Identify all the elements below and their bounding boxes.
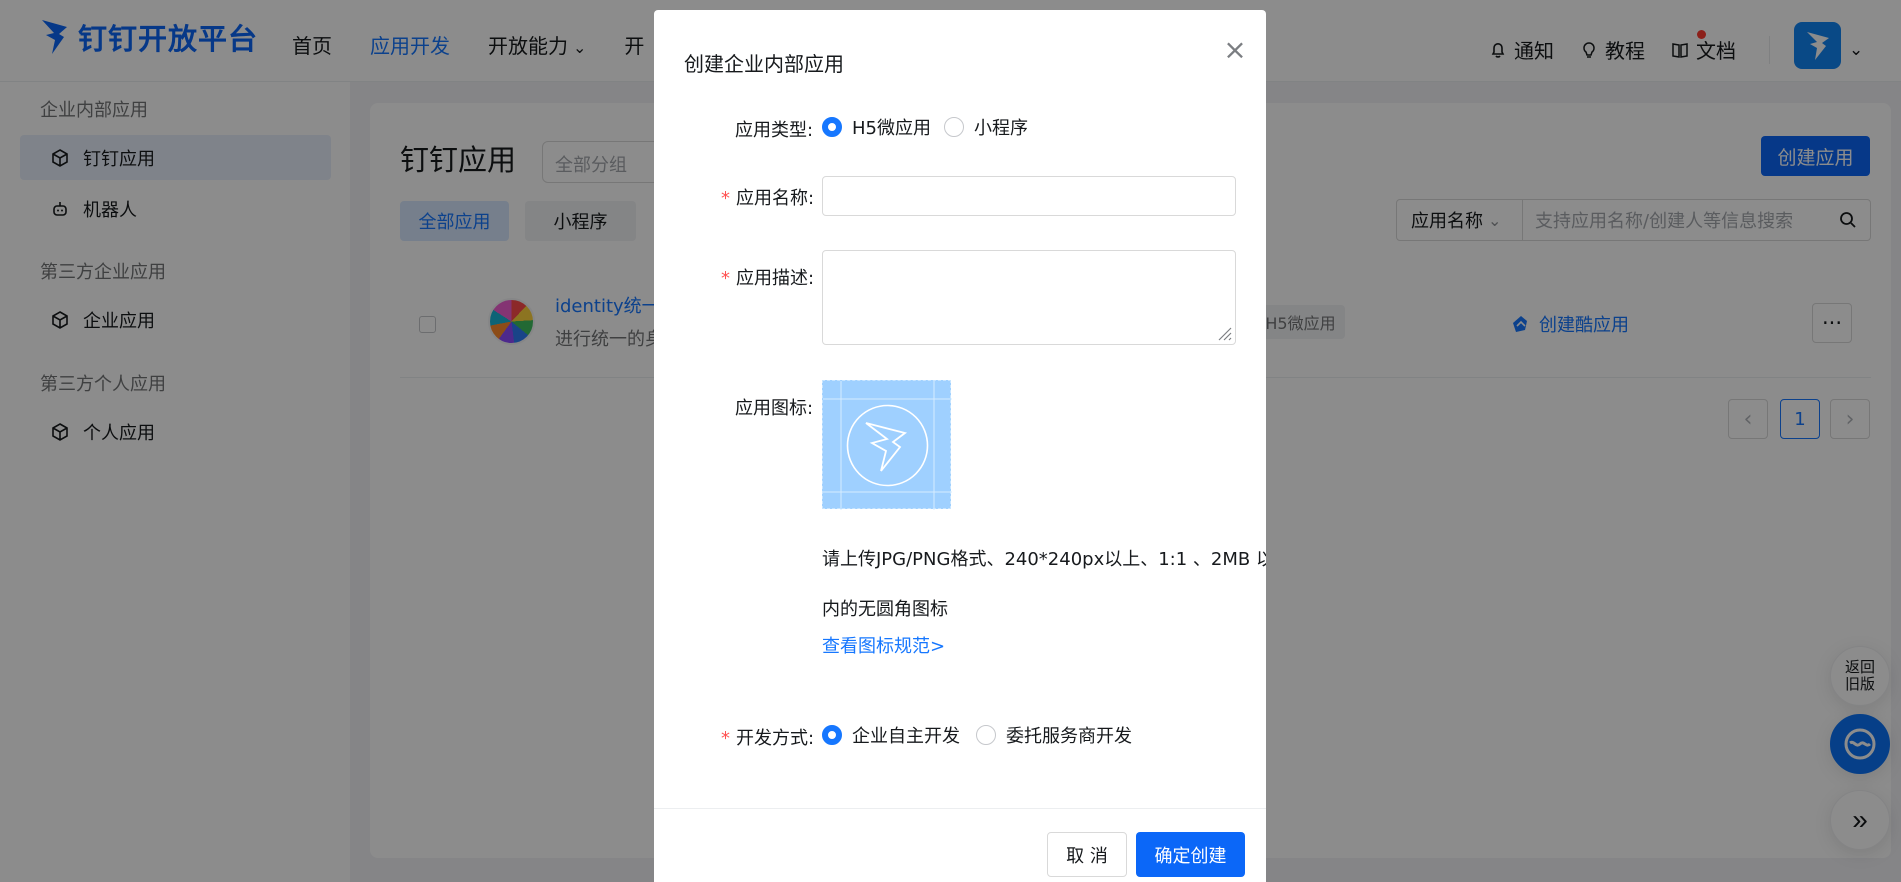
close-icon[interactable]: × [1219, 34, 1251, 66]
radio-self-development-label: 企业自主开发 [852, 726, 960, 747]
upload-requirements-line-1: 请上传JPG/PNG格式、240*240px以上、1:1 、2MB 以 [822, 549, 1266, 570]
required-marker: * [721, 268, 730, 289]
required-marker: * [721, 188, 730, 209]
app-name-label: * 应用名称: [721, 184, 814, 210]
create-internal-app-modal: 创建企业内部应用 × 应用类型: H5微应用 小程序 * 应用名称: * 应用描述:… [654, 10, 1266, 882]
app-icon-label: 应用图标: [735, 398, 814, 419]
radio-self-development[interactable]: 企业自主开发 [822, 722, 960, 748]
app-name-label-text: 应用名称: [736, 188, 815, 209]
radio-mini-program-label: 小程序 [974, 118, 1028, 139]
radio-unchecked-icon [944, 117, 964, 137]
app-name-input[interactable] [822, 176, 1236, 216]
app-description-textarea[interactable] [822, 250, 1236, 345]
development-mode-label: * 开发方式: [721, 724, 814, 750]
modal-title: 创建企业内部应用 [684, 52, 844, 76]
app-icon-upload[interactable] [822, 380, 952, 510]
modal-footer: 取 消 确定创建 [654, 808, 1266, 882]
app-type-label: 应用类型: [735, 120, 814, 141]
radio-h5-label: H5微应用 [852, 118, 931, 139]
required-marker: * [721, 728, 730, 749]
resize-handle-icon[interactable] [1217, 326, 1232, 341]
development-mode-label-text: 开发方式: [736, 728, 815, 749]
radio-unchecked-icon [976, 725, 996, 745]
radio-h5-micro-app[interactable]: H5微应用 [822, 114, 931, 140]
radio-service-provider-development[interactable]: 委托服务商开发 [976, 722, 1132, 748]
icon-spec-link[interactable]: 查看图标规范> [822, 632, 945, 658]
radio-mini-program[interactable]: 小程序 [944, 114, 1028, 140]
app-description-label: * 应用描述: [721, 264, 814, 290]
radio-service-provider-label: 委托服务商开发 [1006, 726, 1132, 747]
cancel-button[interactable]: 取 消 [1047, 832, 1127, 877]
upload-requirements-line-2: 内的无圆角图标 [822, 599, 948, 620]
radio-checked-icon [822, 725, 842, 745]
confirm-create-button[interactable]: 确定创建 [1136, 832, 1245, 877]
radio-checked-icon [822, 117, 842, 137]
app-page: 钉钉开放平台 首页 应用开发 开放能力 ⌄ 开 通知 教程 文档 ⌄ 企业内部应… [0, 0, 1901, 882]
app-description-label-text: 应用描述: [736, 268, 815, 289]
upload-placeholder-icon [823, 381, 952, 510]
